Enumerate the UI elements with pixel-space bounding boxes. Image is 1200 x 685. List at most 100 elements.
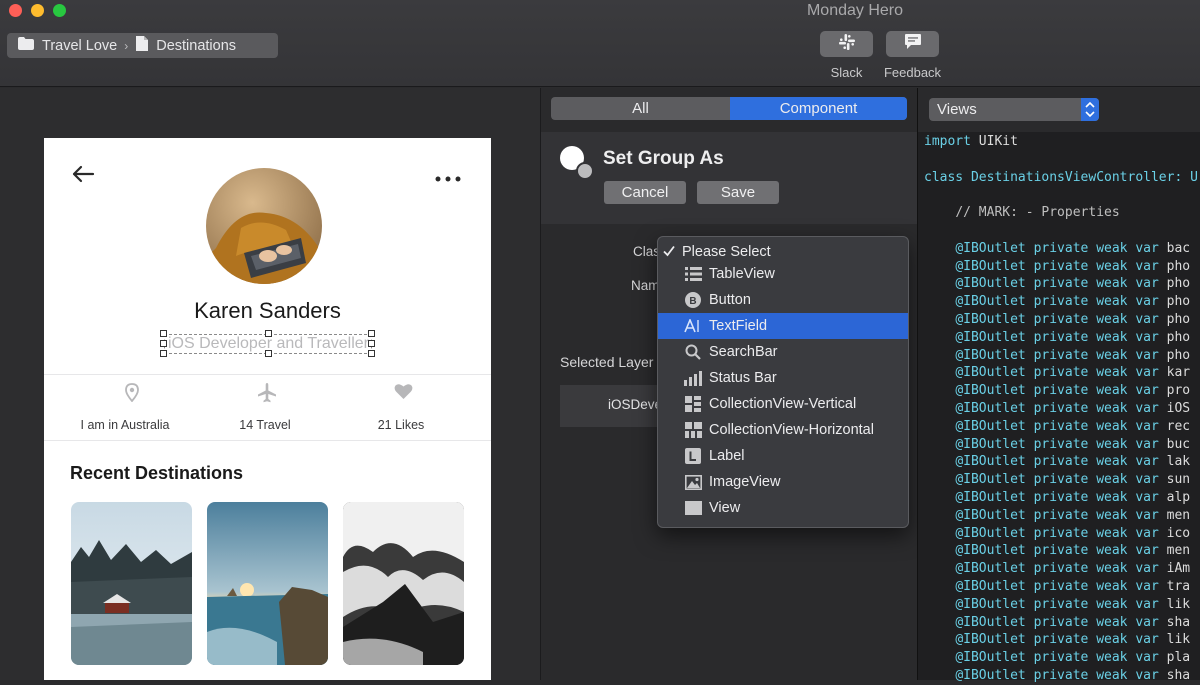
menu-item-label[interactable]: Label [658,443,908,469]
menu-item-imageview[interactable]: ImageView [658,469,908,495]
set-group-title: Set Group As [603,148,724,169]
resize-handle[interactable] [368,350,375,357]
cancel-button[interactable]: Cancel [604,181,686,204]
heart-icon [328,383,478,405]
destination-card-mountain[interactable] [343,502,464,665]
breadcrumb-project[interactable]: Travel Love [42,38,117,54]
code-line-outlet: @IBOutlet private weak var men [955,543,1191,559]
class-label: Clas [633,244,661,259]
resize-handle[interactable] [160,340,167,347]
code-line-comment: // MARK: - Properties [955,205,1120,221]
code-line-outlet: @IBOutlet private weak var pho [955,311,1191,327]
save-button[interactable]: Save [697,181,779,204]
tab-component[interactable]: Component [730,97,907,120]
menu-item-tableview[interactable]: TableView [658,261,908,287]
code-line-outlet: @IBOutlet private weak var bac [955,240,1191,256]
code-line-outlet: @IBOutlet private weak var pho [955,276,1191,292]
divider [44,440,491,441]
code-line-outlet: @IBOutlet private weak var lik [955,596,1191,612]
tab-all[interactable]: All [551,97,730,120]
menu-item-label: Button [709,292,751,308]
selected-layer-value: iOSDeve [608,397,663,412]
code-line-outlet: @IBOutlet private weak var tra [955,578,1191,594]
views-select[interactable]: Views [929,98,1099,121]
resize-handle[interactable] [368,340,375,347]
svg-text:B: B [689,296,696,307]
destination-card-lake[interactable] [71,502,192,665]
feedback-label: Feedback [883,65,942,80]
menu-item-status-bar[interactable]: Status Bar [658,365,908,391]
code-line-outlet: @IBOutlet private weak var lik [955,632,1191,648]
divider [44,374,491,375]
signal-bars-icon [683,369,703,387]
menu-item-view[interactable]: View [658,495,908,521]
code-line-outlet: @IBOutlet private weak var sha [955,614,1191,630]
label-l-icon [683,447,703,465]
feedback-button[interactable] [886,31,939,57]
document-icon [136,36,149,55]
breadcrumb-page[interactable]: Destinations [156,38,236,54]
code-line-outlet: @IBOutlet private weak var sun [955,472,1191,488]
selected-layer-label: Selected Layer [560,354,654,370]
views-select-value: Views [937,101,977,118]
code-line-outlet: @IBOutlet private weak var rec [955,418,1191,434]
breadcrumb[interactable]: Travel Love › Destinations [7,33,278,58]
button-b-icon: B [683,291,703,309]
menu-item-button[interactable]: B Button [658,287,908,313]
menu-item-label: TableView [709,266,775,282]
menu-item-label: CollectionView-Horizontal [709,422,874,438]
textfield-icon [683,317,703,335]
speech-bubble-icon [904,33,922,55]
location-pin-icon [57,383,207,407]
resize-handle[interactable] [160,330,167,337]
menu-item-label: SearchBar [709,344,778,360]
slack-label: Slack [830,65,863,80]
code-line-outlet: @IBOutlet private weak var alp [955,489,1191,505]
code-line-outlet: @IBOutlet private weak var pho [955,258,1191,274]
stat-travel-label: 14 Travel [239,418,291,432]
breadcrumb-separator: › [124,38,129,53]
code-line-outlet: @IBOutlet private weak var pho [955,329,1191,345]
design-canvas[interactable]: Karen Sanders iOS Developer and Travelle… [0,88,540,680]
menu-item-searchbar[interactable]: SearchBar [658,339,908,365]
chevron-updown-icon [1081,98,1099,121]
code-preview-panel: Views import UIKit class DestinationsVie… [917,88,1200,683]
resize-handle[interactable] [265,330,272,337]
menu-item-collectionview-vertical[interactable]: CollectionView-Vertical [658,391,908,417]
slack-icon [838,33,856,56]
menu-item-collectionview-horizontal[interactable]: CollectionView-Horizontal [658,417,908,443]
collection-horizontal-icon [683,421,703,439]
resize-handle[interactable] [368,330,375,337]
name-label: Nam [631,278,660,293]
code-line-outlet: @IBOutlet private weak var iAm [955,561,1191,577]
resize-handle[interactable] [160,350,167,357]
profile-name: Karen Sanders [194,298,341,323]
code-line-outlet: @IBOutlet private weak var pho [955,347,1191,363]
menu-item-textfield[interactable]: TextField [658,313,908,339]
code-line-outlet: @IBOutlet private weak var ico [955,525,1191,541]
code-line-outlet: @IBOutlet private weak var sha [955,667,1191,683]
destination-card-coast[interactable] [207,502,328,665]
class-dropdown-menu[interactable]: Please Select TableView B Button TextFie… [657,236,909,528]
slack-button[interactable] [820,31,873,57]
back-arrow-icon[interactable] [71,165,95,188]
more-dots-icon[interactable] [435,169,461,187]
code-line-class: class DestinationsViewController: U [924,169,1198,185]
resize-handle[interactable] [265,350,272,357]
code-line-outlet: @IBOutlet private weak var pho [955,294,1191,310]
set-group-section: Set Group As Cancel Save [541,132,918,224]
menu-item-label: Please Select [682,244,771,260]
avatar [206,168,322,284]
code-line-outlet: @IBOutlet private weak var buc [955,436,1191,452]
component-filter-segmented-control[interactable]: All Component [551,97,907,120]
search-icon [683,343,703,361]
menu-item-label: TextField [709,318,768,334]
artboard-profile-screen[interactable]: Karen Sanders iOS Developer and Travelle… [44,138,491,680]
code-line-outlet: @IBOutlet private weak var pla [955,650,1191,666]
code-editor[interactable]: import UIKit class DestinationsViewContr… [924,133,1198,685]
checkmark-icon [663,245,675,261]
menu-item-label: View [709,500,741,516]
